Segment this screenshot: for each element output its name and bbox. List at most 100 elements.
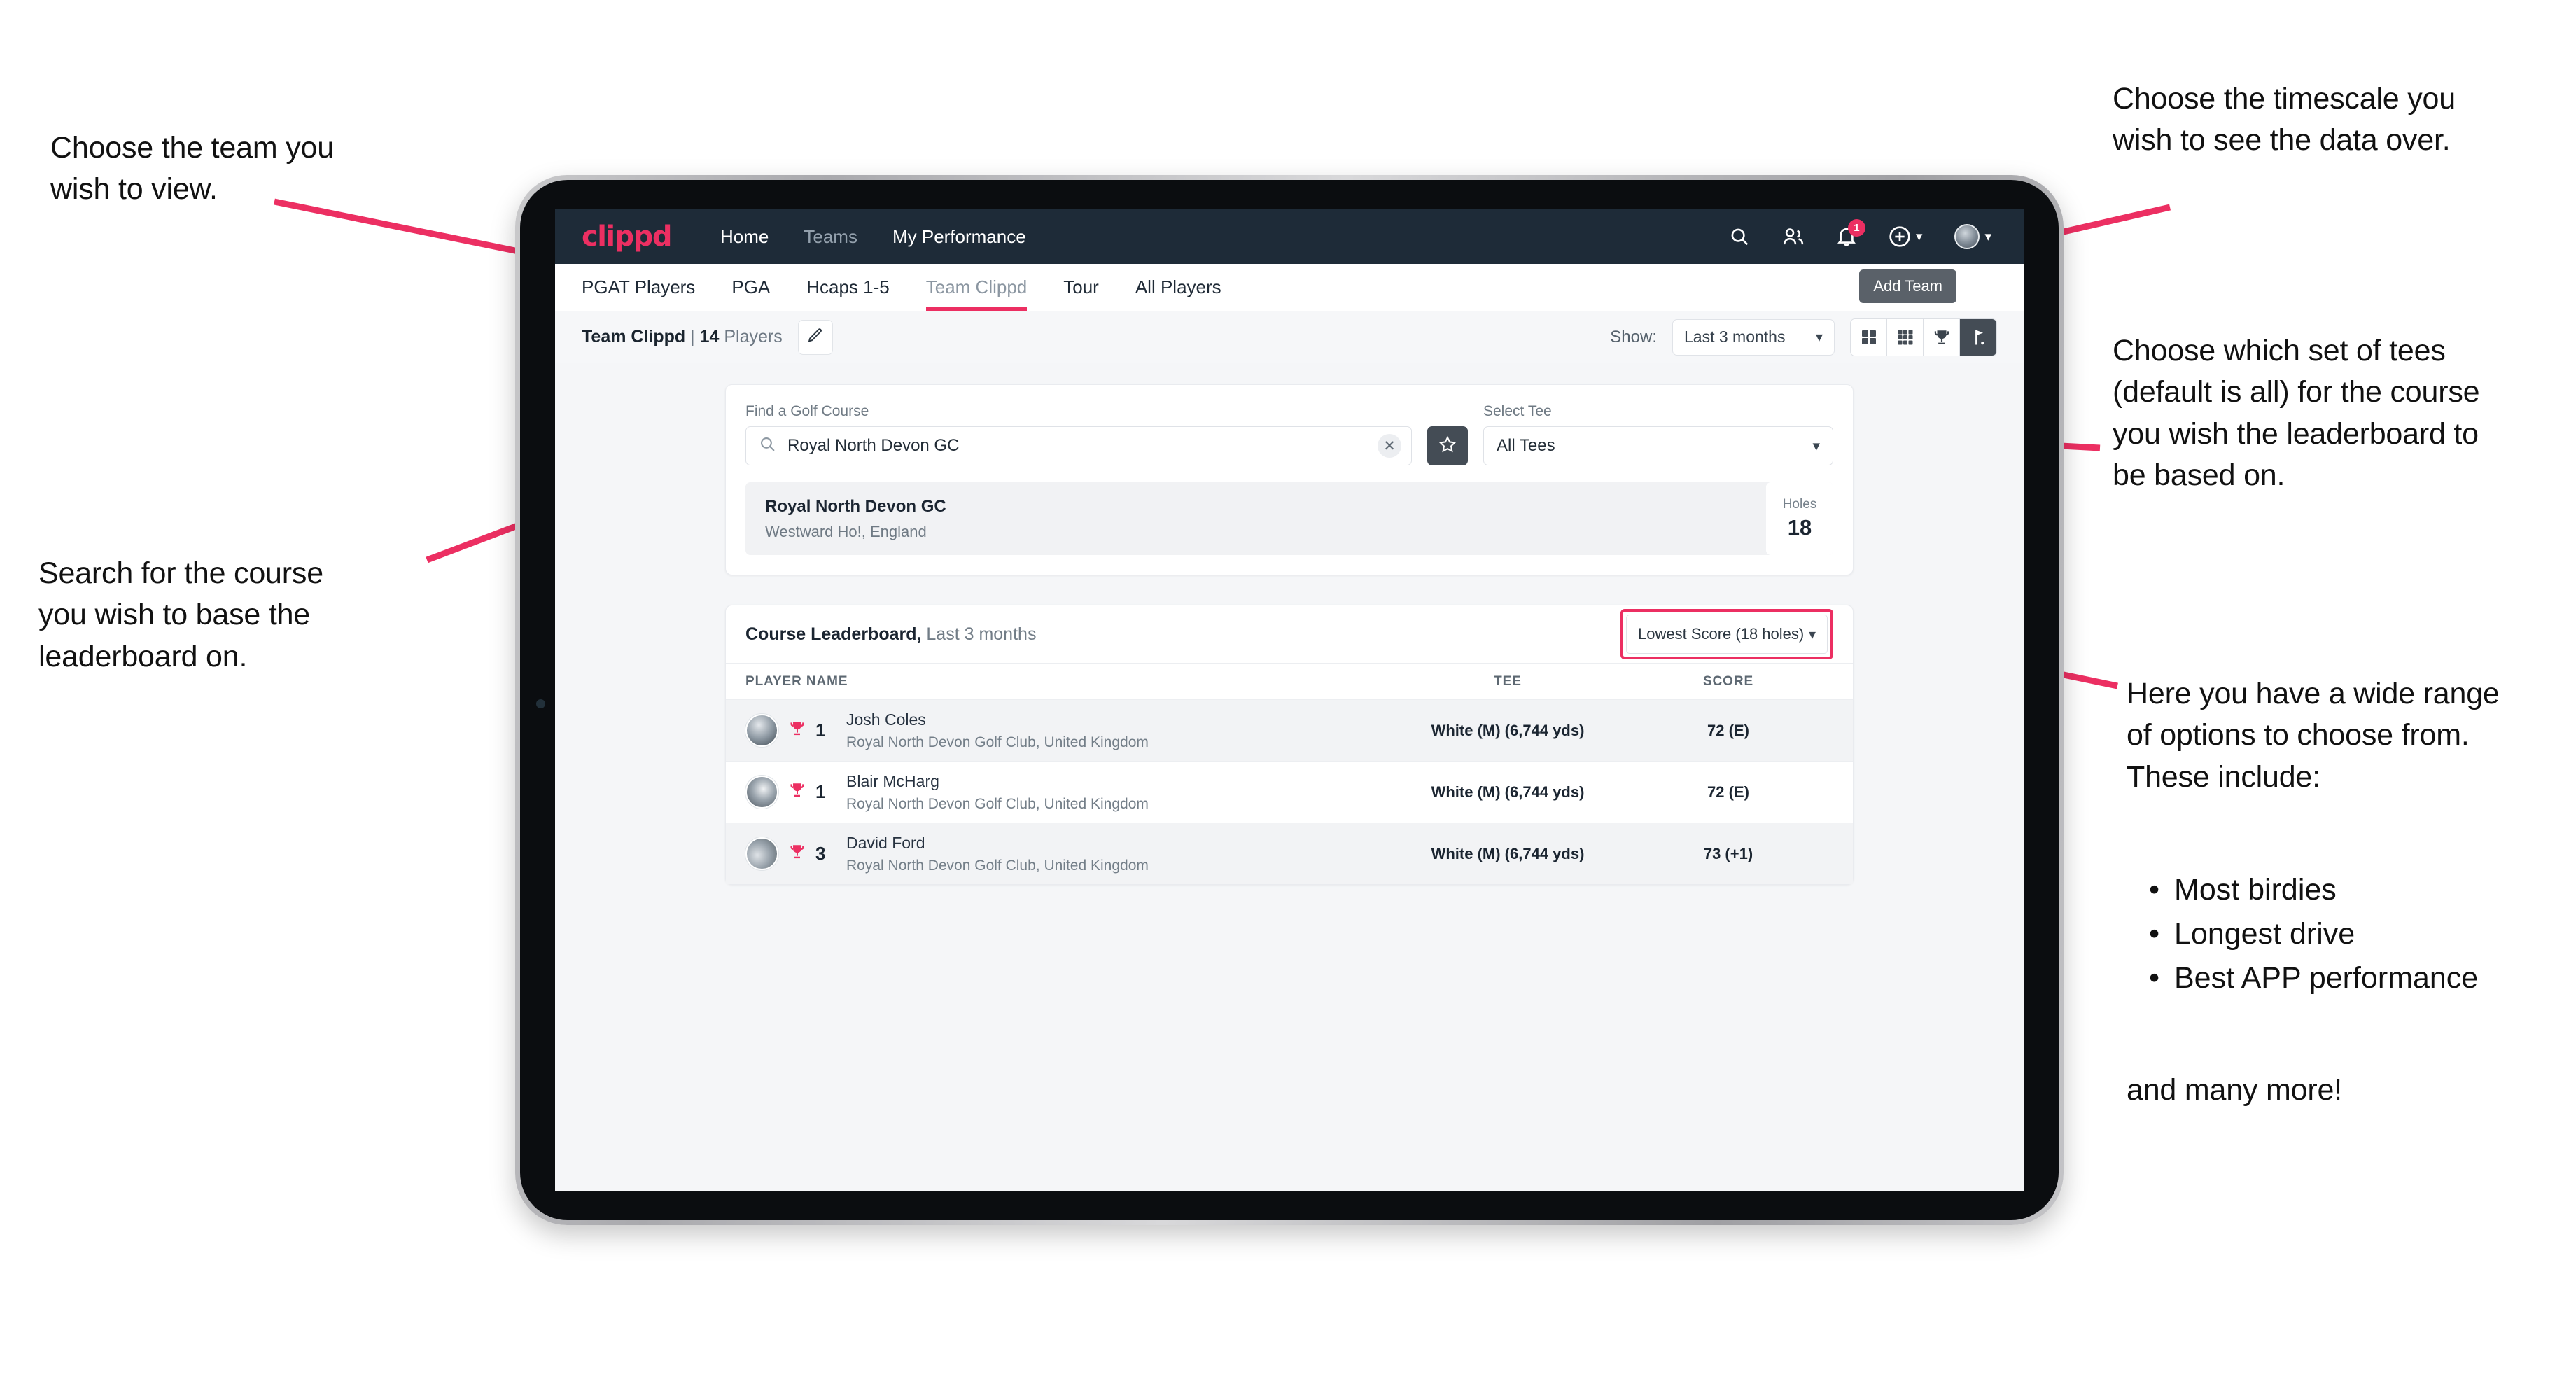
- search-icon[interactable]: [1729, 226, 1750, 247]
- tab-label: All Players: [1135, 276, 1222, 298]
- player-cell: 1 Blair McHarg Royal North Devon Golf Cl…: [746, 772, 1392, 813]
- avatar: [746, 776, 778, 808]
- column-header-player-name: PLAYER NAME: [746, 673, 848, 689]
- team-players-word: Players: [724, 327, 783, 346]
- annotation-options-list: • Most birdies • Longest drive • Best APP p…: [2149, 868, 2576, 1000]
- annotation-tees: Choose which set of tees (default is all…: [2113, 334, 2480, 492]
- tab-label: PGA: [732, 276, 771, 298]
- grid-2x2-view-button[interactable]: [1851, 318, 1887, 356]
- avatar[interactable]: ▾: [1954, 224, 1991, 249]
- table-row[interactable]: 3 David Ford Royal North Devon Golf Club…: [726, 822, 1853, 884]
- bullet-dot: •: [2149, 873, 2160, 906]
- course-search-input[interactable]: Royal North Devon GC ✕: [746, 426, 1412, 465]
- chevron-down-icon: ▾: [1808, 626, 1816, 643]
- clippd-logo[interactable]: clippd: [582, 220, 673, 253]
- leaderboard-sort-select[interactable]: Lowest Score (18 holes) ▾: [1626, 615, 1828, 654]
- trophy-view-button[interactable]: [1924, 318, 1960, 356]
- team-tab-bar: PGAT Players PGA Hcaps 1-5 Team Clippd T…: [555, 264, 2024, 312]
- people-icon[interactable]: [1782, 226, 1805, 247]
- course-search-field: Find a Golf Course Royal North Devon GC …: [746, 403, 1412, 465]
- course-holes-box: Holes 18: [1766, 482, 1833, 555]
- avatar-image: [1954, 224, 1980, 249]
- top-navigation-bar: clippd Home Teams My Performance 1 ▾ ▾: [555, 209, 2024, 264]
- player-cell: 1 Josh Coles Royal North Devon Golf Club…: [746, 710, 1392, 751]
- player-cell: 3 David Ford Royal North Devon Golf Club…: [746, 834, 1392, 874]
- favourite-course-button[interactable]: [1427, 426, 1468, 465]
- avatar: [746, 837, 778, 870]
- course-search-panel: Find a Golf Course Royal North Devon GC …: [725, 384, 1854, 575]
- trophy-icon: [788, 781, 806, 803]
- chevron-down-icon[interactable]: ▾: [1916, 229, 1923, 245]
- grid-3x3-view-button[interactable]: [1887, 318, 1924, 356]
- player-rank: 3: [816, 843, 826, 864]
- timescale-select[interactable]: Last 3 months ▾: [1672, 318, 1835, 356]
- team-name: Team Clippd: [582, 327, 686, 346]
- bell-icon[interactable]: 1: [1837, 219, 1865, 247]
- course-search-body: Find a Golf Course Royal North Devon GC …: [726, 385, 1853, 575]
- tab-pga[interactable]: PGA: [732, 264, 770, 311]
- player-club: Royal North Devon Golf Club, United King…: [846, 857, 1149, 874]
- screenshot-stage: Choose the team you wish to view. Search…: [0, 0, 2576, 1386]
- player-name: Blair McHarg: [846, 771, 939, 790]
- course-search-value: Royal North Devon GC: [788, 436, 960, 455]
- tee-select-label: Select Tee: [1483, 403, 1552, 419]
- annotation-search-course: Search for the course you wish to base t…: [38, 556, 323, 673]
- player-info: Blair McHarg Royal North Devon Golf Club…: [846, 772, 1149, 813]
- notification-badge: 1: [1847, 219, 1865, 237]
- table-row[interactable]: 1 Blair McHarg Royal North Devon Golf Cl…: [726, 761, 1853, 822]
- camera-icon: [536, 699, 545, 708]
- player-rank: 1: [816, 781, 826, 802]
- timescale-value: Last 3 months: [1684, 328, 1786, 346]
- page-content: Find a Golf Course Royal North Devon GC …: [555, 363, 2024, 885]
- nav-link-my-performance[interactable]: My Performance: [892, 226, 1026, 248]
- leaderboard-title: Course Leaderboard, Last 3 months: [746, 624, 1036, 645]
- tee-select[interactable]: All Tees ▾: [1483, 426, 1833, 465]
- chevron-down-icon[interactable]: ▾: [1984, 229, 1991, 245]
- tee-select-value: All Tees: [1497, 436, 1555, 455]
- table-row[interactable]: 1 Josh Coles Royal North Devon Golf Club…: [726, 699, 1853, 761]
- leaderboard-subtitle: Last 3 months: [926, 624, 1037, 644]
- course-result-text: Royal North Devon GC Westward Ho!, Engla…: [765, 497, 946, 541]
- close-icon[interactable]: ✕: [1378, 434, 1401, 458]
- bullet-label: Most birdies: [2174, 873, 2337, 906]
- edit-team-button[interactable]: [797, 319, 833, 355]
- leaderboard-header: Course Leaderboard, Last 3 months Lowest…: [726, 606, 1853, 663]
- tab-label: Tour: [1063, 276, 1099, 298]
- course-search-fields: Find a Golf Course Royal North Devon GC …: [746, 403, 1833, 465]
- bullet-label: Longest drive: [2174, 916, 2356, 951]
- tab-hcaps-1-5[interactable]: Hcaps 1-5: [806, 264, 890, 311]
- tab-tour[interactable]: Tour: [1063, 264, 1099, 311]
- tee-select-field: Select Tee All Tees ▾: [1483, 403, 1833, 465]
- course-result-card[interactable]: Royal North Devon GC Westward Ho!, Engla…: [746, 482, 1833, 555]
- nav-right-actions: 1 ▾ ▾: [1729, 219, 1991, 249]
- leaderboard-title-text: Course Leaderboard,: [746, 624, 922, 644]
- toolbar-right: Show: Last 3 months ▾: [1610, 318, 1997, 356]
- nav-link-home[interactable]: Home: [720, 226, 769, 248]
- course-leaderboard-panel: Course Leaderboard, Last 3 months Lowest…: [725, 605, 1854, 885]
- player-rank: 1: [816, 720, 826, 741]
- player-score: 72 (E): [1707, 783, 1749, 801]
- tab-team-clippd[interactable]: Team Clippd: [925, 264, 1028, 311]
- holes-value: 18: [1787, 515, 1812, 540]
- player-tee: White (M) (6,744 yds): [1431, 844, 1585, 862]
- tab-label: PGAT Players: [582, 276, 696, 298]
- bullet-dot: •: [2149, 916, 2160, 951]
- view-toggle-group: [1850, 318, 1997, 356]
- plus-circle-icon[interactable]: ▾: [1889, 225, 1923, 248]
- column-header-score: SCORE: [1702, 673, 1754, 689]
- course-view-button[interactable]: [1960, 318, 1996, 356]
- nav-link-teams[interactable]: Teams: [804, 226, 858, 248]
- tab-all-players[interactable]: All Players: [1135, 264, 1222, 311]
- player-score: 72 (E): [1707, 721, 1749, 739]
- course-search-label: Find a Golf Course: [746, 403, 869, 419]
- player-score: 73 (+1): [1703, 844, 1754, 862]
- annotation-timescale: Choose the timescale you wish to see the…: [2113, 82, 2456, 158]
- tablet-screen: clippd Home Teams My Performance 1 ▾ ▾ A…: [555, 209, 2024, 1191]
- tab-pgat-players[interactable]: PGAT Players: [582, 264, 695, 311]
- player-tee: White (M) (6,744 yds): [1431, 783, 1585, 801]
- tab-label: Team Clippd: [925, 276, 1028, 298]
- leaderboard-column-headers: PLAYER NAME TEE SCORE: [726, 663, 1853, 699]
- player-club: Royal North Devon Golf Club, United King…: [846, 734, 1149, 750]
- annotation-options-intro: Here you have a wide range of options to…: [2127, 677, 2500, 794]
- tab-label: Hcaps 1-5: [806, 276, 890, 298]
